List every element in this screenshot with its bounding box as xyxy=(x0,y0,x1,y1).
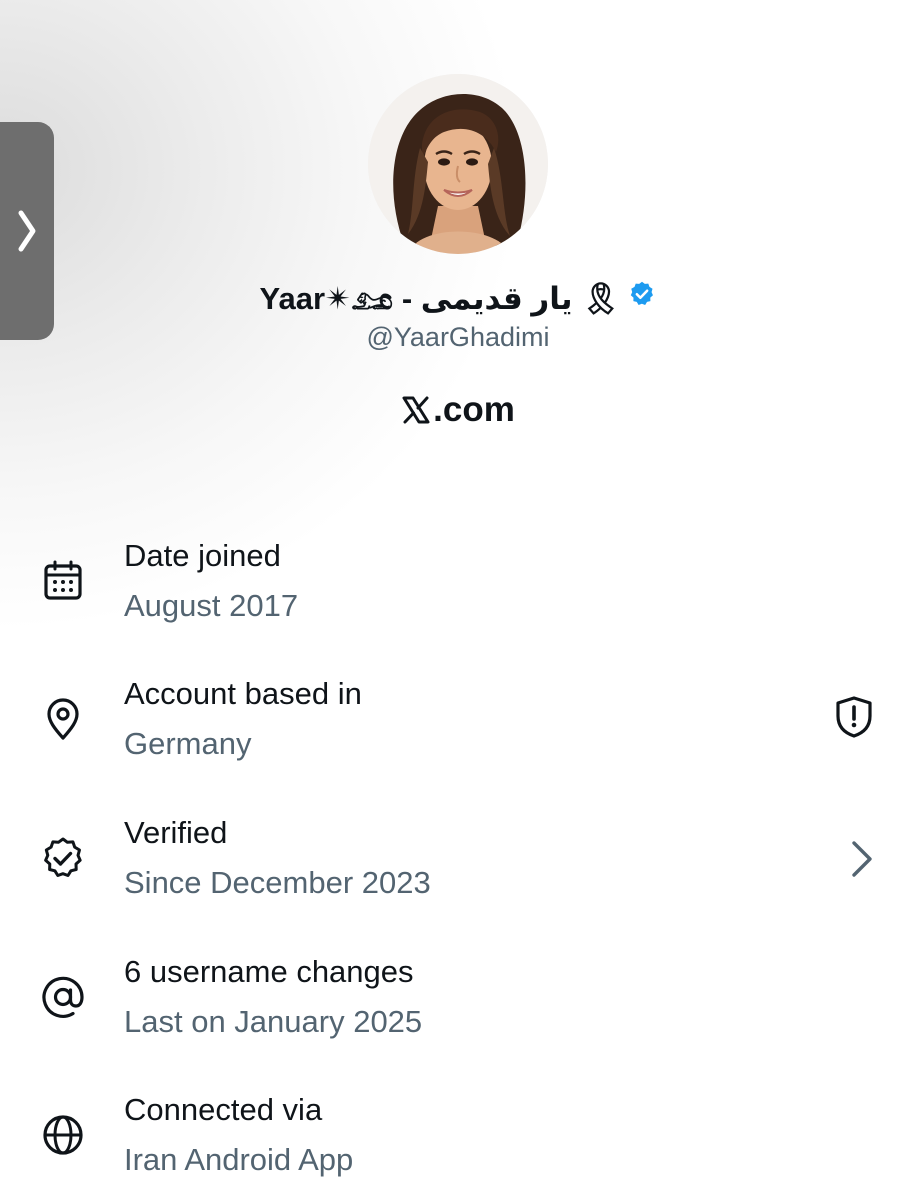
info-subtitle: Since December 2023 xyxy=(124,865,431,900)
chevron-right-icon[interactable] xyxy=(846,839,876,879)
info-title: Connected via xyxy=(124,1092,323,1127)
info-row-username-changes: 6 username changes Last on January 2025 xyxy=(0,954,916,1064)
calendar-icon xyxy=(44,560,82,600)
display-name-row: 🎗 يار قديمى - Yaar✴𓃭 xyxy=(0,271,916,317)
info-title: Verified xyxy=(124,815,228,850)
avatar[interactable] xyxy=(368,74,548,254)
location-pin-icon xyxy=(47,698,79,740)
info-row-connected-via: Connected via Iran Android App xyxy=(0,1092,916,1202)
username-handle: @YaarGhadimi xyxy=(366,322,550,352)
display-name: 🎗 يار قديمى - Yaar✴𓃭 xyxy=(259,280,621,316)
info-title: Account based in xyxy=(124,676,362,711)
info-title: Date joined xyxy=(124,538,281,573)
info-title: 6 username changes xyxy=(124,954,414,989)
chevron-right-icon xyxy=(18,210,36,252)
info-subtitle: Iran Android App xyxy=(124,1142,354,1177)
info-subtitle: Last on January 2025 xyxy=(124,1004,423,1039)
info-row-verified[interactable]: Verified Since December 2023 xyxy=(0,815,916,925)
info-subtitle: Germany xyxy=(124,726,252,761)
verified-badge-icon xyxy=(631,281,654,305)
shield-alert-icon[interactable] xyxy=(832,694,876,740)
info-row-account-location: Account based in Germany xyxy=(0,676,916,786)
at-sign-icon xyxy=(42,976,84,1018)
site-label: .com xyxy=(0,390,916,430)
site-domain: .com xyxy=(433,390,515,429)
info-subtitle: August 2017 xyxy=(124,588,299,623)
info-row-date-joined: Date joined August 2017 xyxy=(0,538,916,648)
globe-icon xyxy=(43,1115,83,1155)
x-logo-icon xyxy=(402,396,430,424)
verified-icon xyxy=(44,837,82,877)
